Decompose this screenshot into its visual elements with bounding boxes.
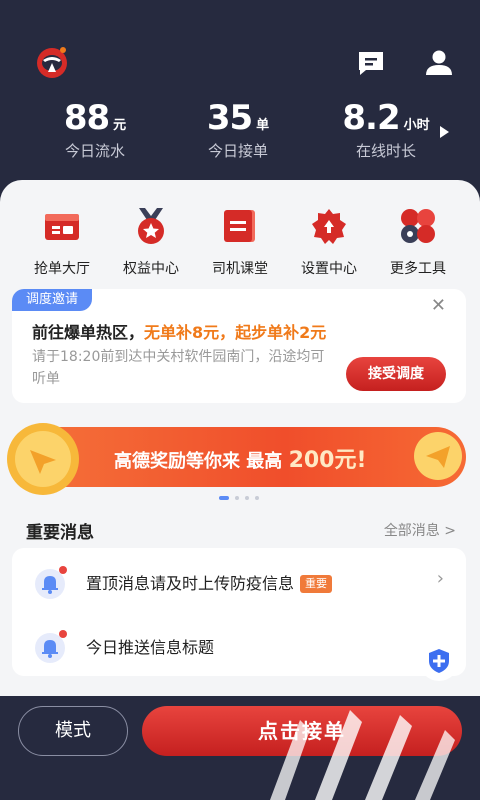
order-hall-icon bbox=[45, 214, 79, 240]
bell-icon bbox=[35, 630, 67, 663]
tool-more-label: 更多工具 bbox=[390, 261, 446, 277]
message-text: 今日推送信息标题 bbox=[86, 638, 215, 657]
tool-benefits[interactable]: 权益中心 bbox=[106, 196, 196, 278]
safety-shield-icon[interactable] bbox=[418, 640, 460, 682]
tool-order-hall-label: 抢单大厅 bbox=[34, 261, 90, 277]
classroom-icon bbox=[224, 210, 255, 242]
medal-icon bbox=[138, 208, 164, 244]
tool-more[interactable]: 更多工具 bbox=[373, 196, 463, 278]
pagination-dot bbox=[235, 496, 239, 500]
banner-amount: 200元! bbox=[288, 448, 367, 473]
pagination-dot bbox=[255, 496, 259, 500]
tool-settings-label: 设置中心 bbox=[301, 261, 357, 277]
stat-online-value: 8.2 bbox=[342, 98, 400, 138]
user-profile-icon[interactable] bbox=[424, 48, 454, 78]
paper-plane-coin-icon bbox=[414, 432, 462, 480]
list-item[interactable]: 今日推送信息标题 bbox=[12, 614, 466, 674]
stat-orders-unit: 单 bbox=[256, 118, 270, 133]
dispatch-card[interactable]: 调度邀请 ✕ 前往爆单热区，无单补8元，起步单补2元 请于18:20前到达中关村… bbox=[12, 289, 466, 403]
stat-online-label: 在线时长 bbox=[355, 142, 416, 160]
message-icon[interactable] bbox=[356, 48, 386, 78]
header: 88 元 今日流水 35 单 今日接单 8.2 小时 在线时长 bbox=[0, 0, 480, 180]
tool-classroom[interactable]: 司机课堂 bbox=[195, 196, 285, 278]
coin-icon bbox=[7, 423, 79, 495]
watermark-logo bbox=[270, 710, 455, 800]
stat-orders[interactable]: 35 单 今日接单 bbox=[188, 98, 288, 161]
chevron-right-icon: › bbox=[436, 568, 444, 589]
close-icon[interactable]: ✕ bbox=[431, 295, 446, 316]
messages-card: 置顶消息请及时上传防疫信息 重要 › 今日推送信息标题 bbox=[12, 548, 466, 676]
dispatch-title-highlight: 无单补8元，起步单补2元 bbox=[144, 323, 327, 342]
stat-orders-label: 今日接单 bbox=[207, 142, 268, 160]
messages-title: 重要消息 bbox=[26, 523, 94, 543]
dispatch-title: 前往爆单热区，无单补8元，起步单补2元 bbox=[32, 319, 326, 343]
list-item[interactable]: 置顶消息请及时上传防疫信息 重要 › bbox=[12, 550, 466, 610]
tool-grid: 抢单大厅 权益中心 司机课堂 设置中心 更多工具 bbox=[0, 196, 480, 286]
accept-dispatch-button[interactable]: 接受调度 bbox=[346, 357, 446, 391]
more-tools-icon bbox=[401, 209, 435, 243]
tool-settings[interactable]: 设置中心 bbox=[284, 196, 374, 278]
dispatch-tag: 调度邀请 bbox=[12, 289, 93, 311]
stat-online-time[interactable]: 8.2 小时 在线时长 bbox=[326, 98, 446, 161]
all-messages-link[interactable]: 全部消息 > bbox=[384, 520, 456, 540]
message-text-content: 置顶消息请及时上传防疫信息 bbox=[86, 574, 295, 593]
tool-benefits-label: 权益中心 bbox=[123, 261, 179, 277]
bell-icon bbox=[35, 566, 67, 599]
app-logo-icon bbox=[37, 47, 67, 78]
stat-earnings-value: 88 bbox=[63, 98, 110, 138]
settings-icon bbox=[312, 209, 346, 244]
stat-online-unit: 小时 bbox=[403, 118, 430, 133]
stat-earnings[interactable]: 88 元 今日流水 bbox=[45, 98, 145, 161]
play-arrow-icon[interactable] bbox=[440, 126, 449, 138]
banner-text: 高德奖励等你来 最高 200元! bbox=[114, 442, 367, 474]
mode-button[interactable]: 模式 bbox=[18, 706, 128, 756]
dispatch-description: 请于18:20前到达中关村软件园南门，沿途均可听单 bbox=[32, 349, 325, 387]
tool-classroom-label: 司机课堂 bbox=[212, 261, 268, 277]
dispatch-title-prefix: 前往爆单热区， bbox=[32, 323, 145, 342]
main-panel: 抢单大厅 权益中心 司机课堂 设置中心 更多工具 调度邀请 ✕ 前往爆单热区，无… bbox=[0, 180, 480, 700]
pagination-dot-active bbox=[219, 496, 229, 500]
banner-pagination bbox=[219, 496, 263, 502]
stats-row: 88 元 今日流水 35 单 今日接单 8.2 小时 在线时长 bbox=[0, 98, 480, 168]
important-badge: 重要 bbox=[300, 575, 333, 593]
stat-earnings-label: 今日流水 bbox=[64, 142, 125, 160]
message-text: 置顶消息请及时上传防疫信息 重要 bbox=[86, 570, 333, 594]
stat-earnings-unit: 元 bbox=[113, 118, 127, 133]
tool-order-hall[interactable]: 抢单大厅 bbox=[17, 196, 107, 278]
pagination-dot bbox=[245, 496, 249, 500]
stat-orders-value: 35 bbox=[206, 98, 253, 138]
banner-text-main: 高德奖励等你来 最高 bbox=[114, 451, 283, 472]
